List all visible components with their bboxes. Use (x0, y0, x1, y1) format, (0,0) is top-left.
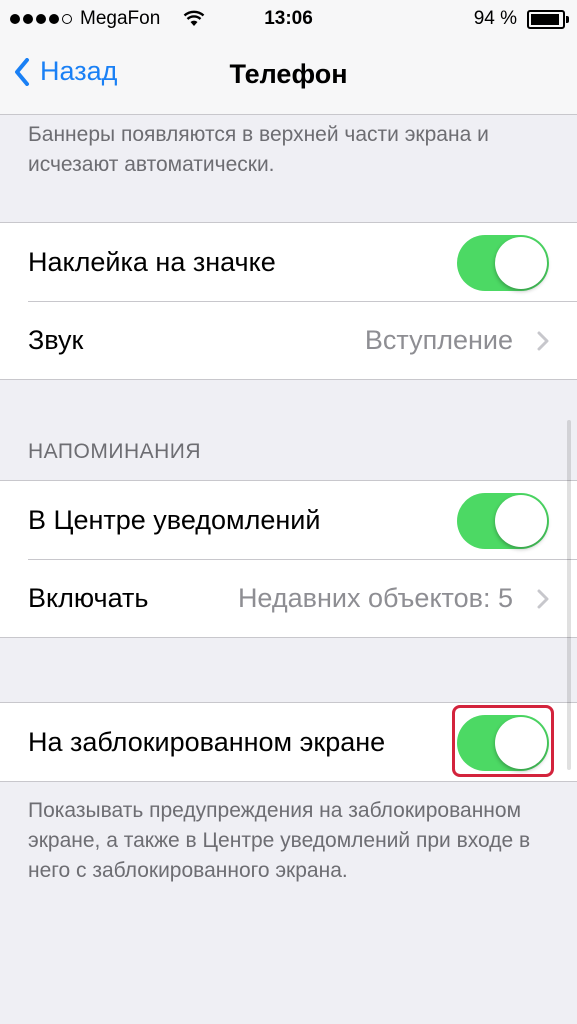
chevron-right-icon (537, 331, 549, 351)
status-bar: MegaFon 13:06 94 % (0, 0, 577, 38)
chevron-right-icon (537, 589, 549, 609)
highlight-frame (452, 705, 554, 777)
badge-toggle[interactable] (457, 235, 549, 291)
reminders-header: НАПОМИНАНИЯ (28, 440, 202, 463)
navigation-bar: Назад Телефон (0, 40, 577, 114)
sound-value: Вступление (364, 324, 513, 355)
lockscreen-label: На заблокированном экране (28, 726, 386, 757)
reminders-group: В Центре уведомлений Включать Недавних о… (0, 480, 577, 638)
notification-center-label: В Центре уведомлений (28, 504, 321, 535)
banner-description: Баннеры появляются в верхней части экран… (28, 123, 489, 176)
badge-sound-group: Наклейка на значке Звук Вступление (0, 222, 577, 380)
battery-icon (527, 10, 569, 29)
page-title: Телефон (229, 59, 348, 89)
sound-label: Звук (28, 324, 84, 355)
notification-center-toggle[interactable] (457, 493, 549, 549)
scroll-indicator[interactable] (567, 420, 571, 770)
include-label: Включать (28, 582, 149, 613)
notification-center-row: В Центре уведомлений (0, 481, 577, 559)
include-row[interactable]: Включать Недавних объектов: 5 (0, 559, 577, 637)
sound-row[interactable]: Звук Вступление (0, 301, 577, 379)
badge-row: Наклейка на значке (0, 223, 577, 301)
include-value: Недавних объектов: 5 (237, 582, 513, 613)
badge-label: Наклейка на значке (28, 246, 276, 277)
top-bar: MegaFon 13:06 94 % Назад Телефон (0, 0, 577, 115)
battery-percent: 94 % (473, 8, 517, 29)
lockscreen-description: Показывать предупреждения на заблокирова… (28, 799, 531, 882)
